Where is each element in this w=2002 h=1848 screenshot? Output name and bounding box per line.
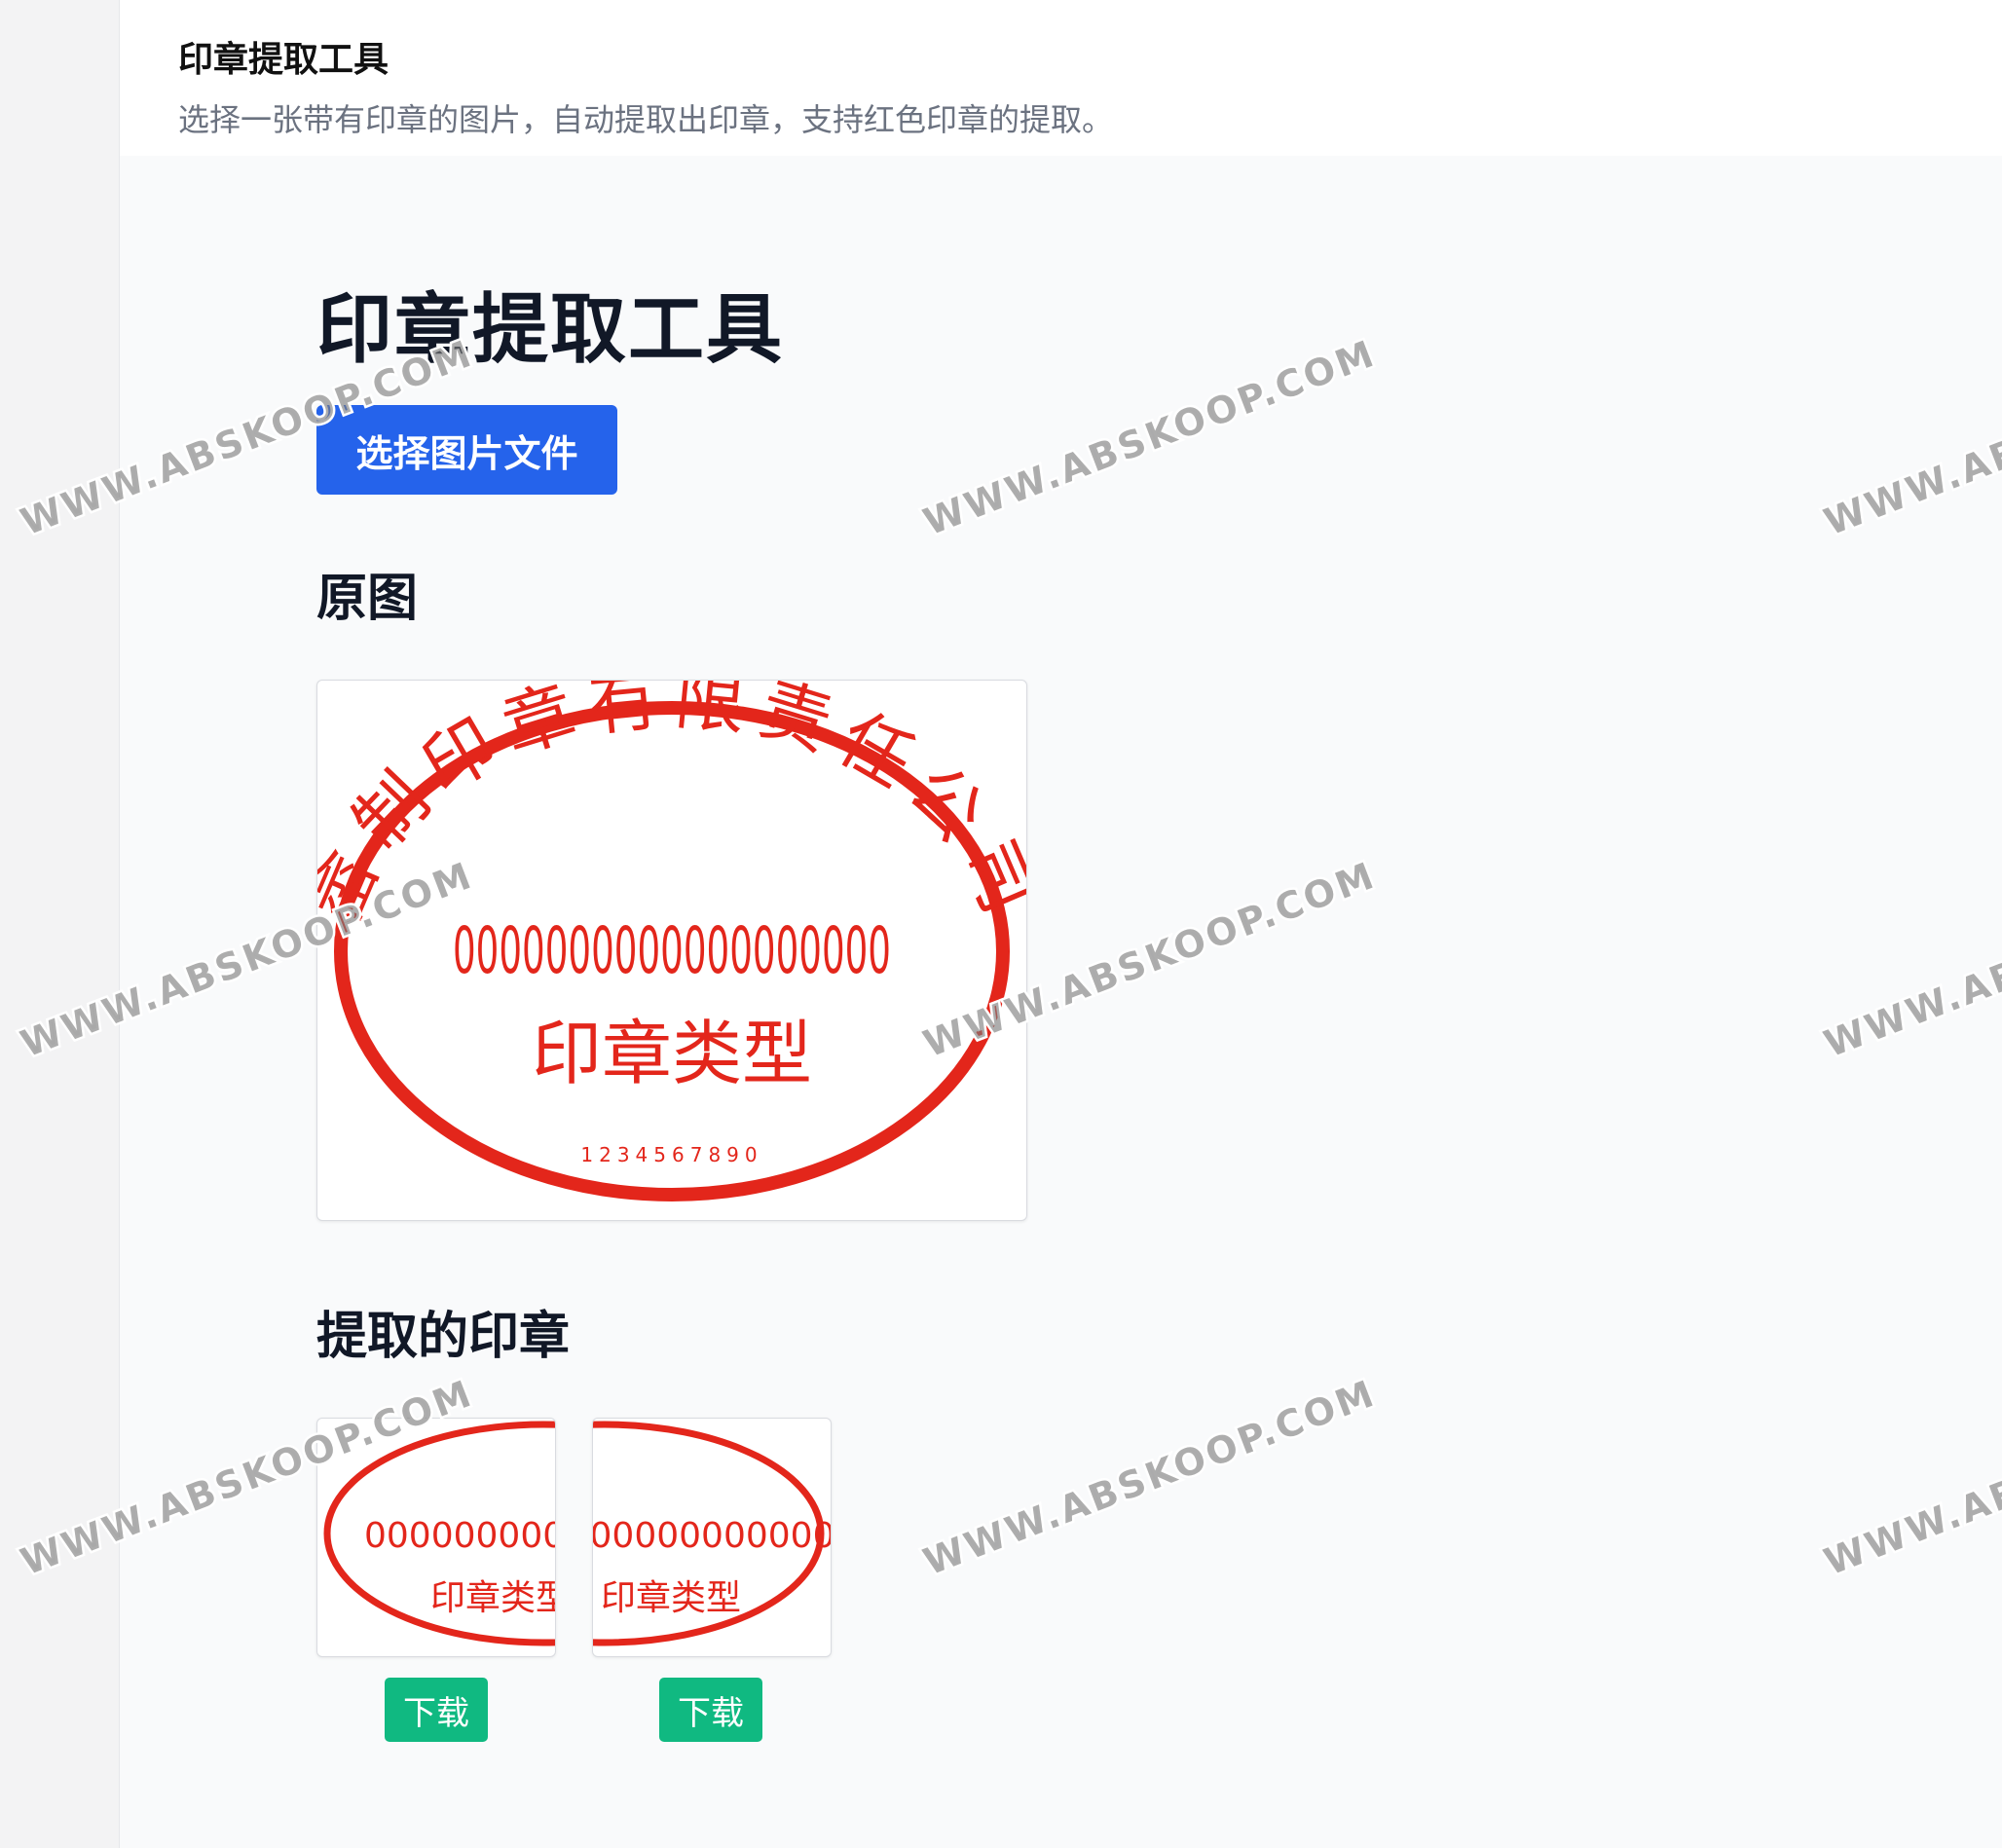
extracted-seal-left-image: 0000000000000000000 印章类型 — [323, 1421, 555, 1646]
extracted-seal-thumbnail: 0000000000000000000 印章类型 — [592, 1418, 832, 1657]
extracted-seal-right-image: 0000000000000000000 印章类型 — [593, 1421, 831, 1646]
left-gutter — [0, 0, 120, 1848]
header-title: 印章提取工具 — [178, 40, 389, 80]
select-image-file-button[interactable]: 选择图片文件 — [316, 405, 617, 495]
original-image: 畲制印章有限责任公司 0000000000000000000 印章类型 1234… — [316, 680, 1027, 1221]
download-button[interactable]: 下载 — [659, 1678, 762, 1742]
extracted-left-code: 0000000000000000000 — [364, 1516, 555, 1556]
seal-type: 印章类型 — [532, 1013, 812, 1094]
seal-serial: 1234567890 — [580, 1143, 762, 1166]
seal-code: 0000000000000000000 — [453, 913, 891, 988]
page-title: 印章提取工具 — [316, 286, 785, 374]
seal-image: 畲制印章有限责任公司 0000000000000000000 印章类型 1234… — [317, 681, 1026, 1201]
download-button[interactable]: 下载 — [385, 1678, 488, 1742]
seal-arc-text: 畲制印章有限责任公司 — [317, 681, 1026, 936]
extracted-seal-thumbnail: 0000000000000000000 印章类型 — [316, 1418, 556, 1657]
extracted-right-code: 0000000000000000000 — [593, 1516, 831, 1556]
extracted-left-type: 印章类型 — [430, 1578, 555, 1618]
extracted-right-type: 印章类型 — [601, 1578, 741, 1618]
extracted-section-title: 提取的印章 — [316, 1308, 571, 1366]
header-description: 选择一张带有印章的图片，自动提取出印章，支持红色印章的提取。 — [178, 101, 1114, 138]
original-section-title: 原图 — [316, 570, 419, 628]
